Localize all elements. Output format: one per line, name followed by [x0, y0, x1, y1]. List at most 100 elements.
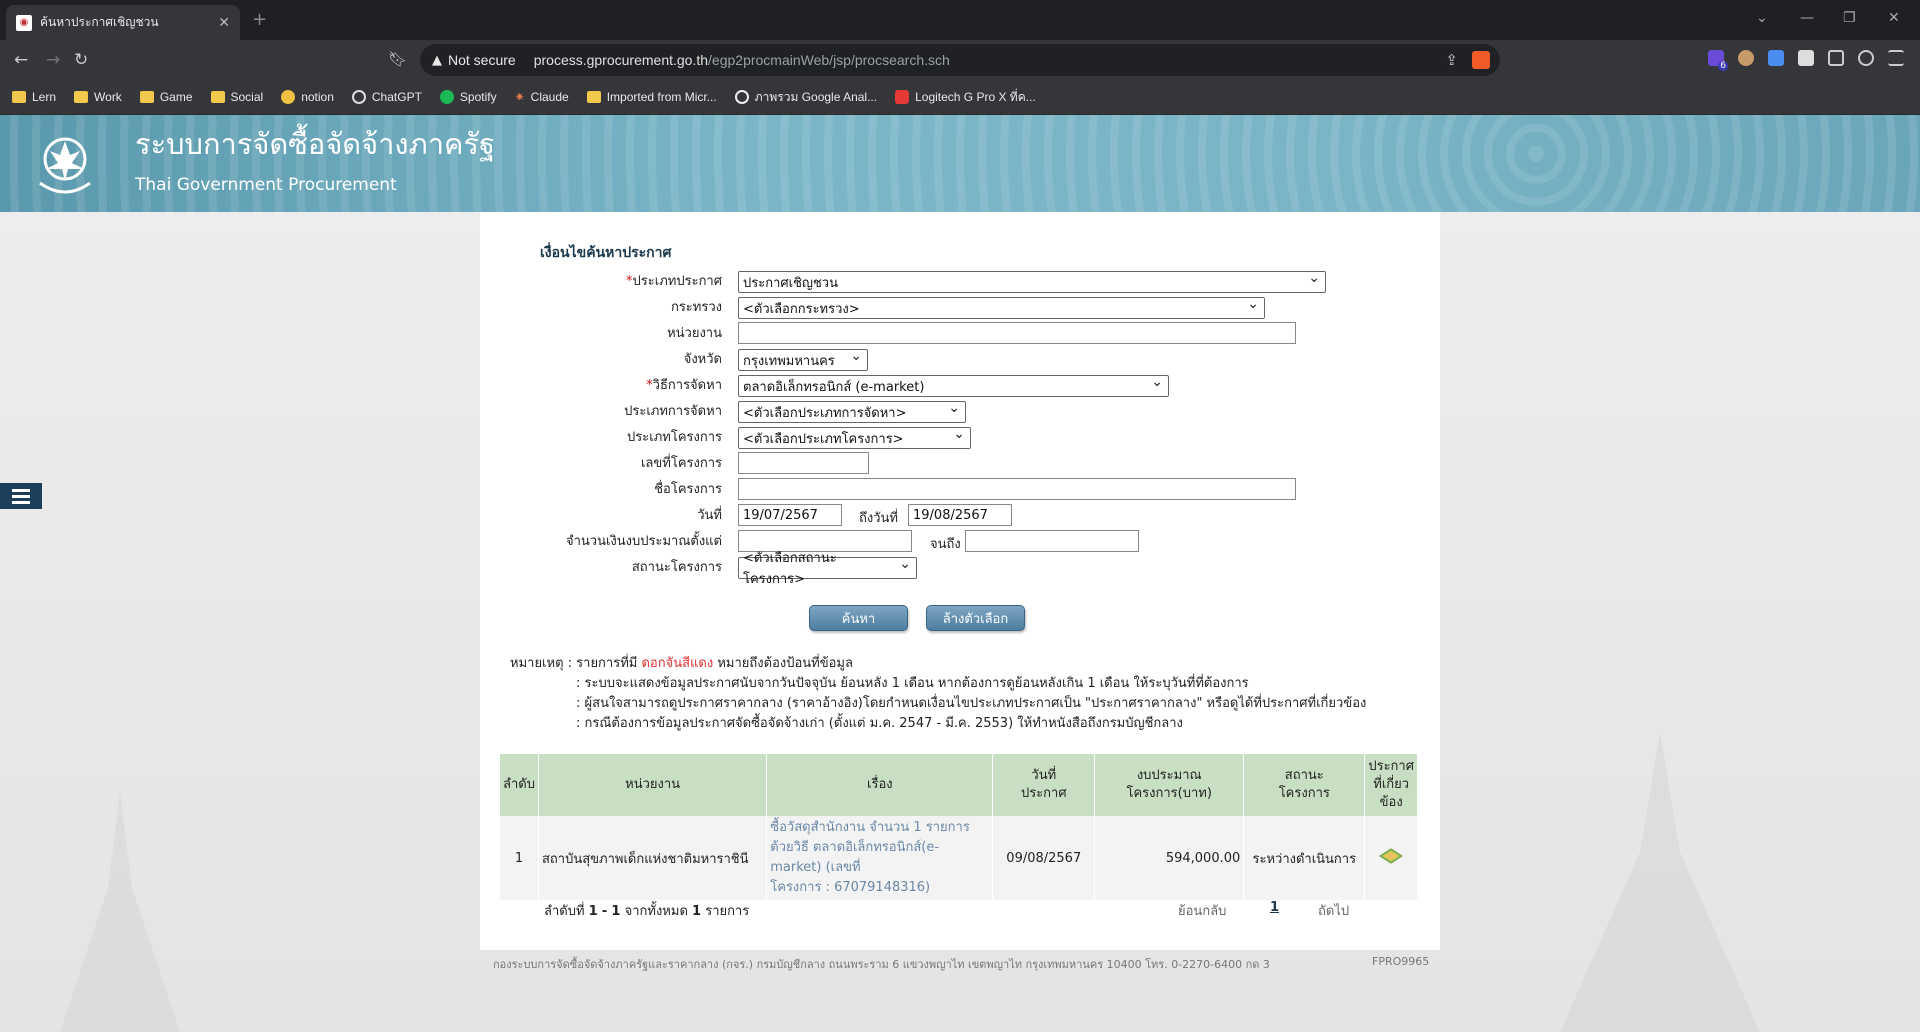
header-budget: งบประมาณ โครงการ(บาท) — [1094, 754, 1245, 816]
header-related-line3: ข้อง — [1379, 795, 1403, 810]
project-no-input[interactable] — [738, 452, 869, 474]
minimize-icon[interactable]: — — [1800, 10, 1814, 26]
project-link[interactable]: ซื้อวัสดุสำนักงาน จำนวน 1 รายการ ด้วยวิธ… — [770, 818, 989, 898]
row-date: 09/08/2567 — [992, 816, 1096, 900]
agency-input[interactable] — [738, 322, 1296, 344]
menu-bar — [12, 488, 30, 492]
row-subject[interactable]: ซื้อวัสดุสำนักงาน จำนวน 1 รายการ ด้วยวิธ… — [766, 816, 994, 900]
url-path: /egp2procmainWeb/jsp/procsearch.sch — [708, 52, 950, 68]
form-heading: เงื่อนไขค้นหาประกาศ — [540, 245, 672, 261]
header-status: สถานะโครงการ — [1243, 754, 1366, 816]
bookmark-imported[interactable]: Imported from Micr... — [586, 90, 717, 104]
bookmark-game[interactable]: Game — [139, 90, 193, 104]
claude-icon: ✷ — [514, 90, 525, 104]
clear-button[interactable]: ล้างตัวเลือก — [926, 605, 1025, 631]
pager-to: 1 — [611, 904, 621, 919]
related-document-icon[interactable] — [1378, 847, 1404, 865]
new-tab-icon[interactable]: + — [252, 9, 267, 30]
bookmark-spotify[interactable]: Spotify — [439, 90, 497, 104]
bookmark-claude[interactable]: ✷ Claude — [515, 90, 569, 104]
header-status-line2: โครงการ — [1278, 786, 1330, 801]
garuda-emblem-icon — [39, 137, 91, 194]
folder-icon — [139, 91, 154, 103]
project-name-input[interactable] — [738, 478, 1296, 500]
bookmark-notion[interactable]: notion — [281, 90, 334, 104]
brave-shield-icon[interactable] — [1472, 51, 1490, 69]
row-status: ระหว่างดำเนินการ — [1243, 816, 1366, 900]
proc-type-label: ประเภทการจัดหา — [624, 404, 722, 419]
ministry-select[interactable]: <ตัวเลือกกระทรวง> — [738, 296, 1265, 319]
bookmark-lern[interactable]: Lern — [12, 90, 56, 104]
pager-next[interactable]: ถัดไป — [1318, 900, 1349, 921]
site-favicon-icon: ◉ — [16, 14, 32, 31]
note-line-4: : กรณีต้องการข้อมูลประกาศจัดซื้อจัดจ้างเ… — [576, 716, 1183, 731]
forward-icon[interactable]: → — [46, 50, 60, 70]
menu-bar — [12, 500, 30, 504]
bookmark-google-analytics[interactable]: ภาพรวม Google Anal... — [734, 88, 877, 107]
bookmark-label: Logitech G Pro X ที่ค... — [915, 89, 1036, 104]
bookmark-label: Imported from Micr... — [606, 90, 717, 104]
bookmark-social[interactable]: Social — [210, 90, 263, 104]
extension-face-icon[interactable] — [1738, 50, 1754, 66]
province-select[interactable]: กรุงเทพมหานคร — [738, 348, 868, 371]
chatgpt-icon — [351, 90, 366, 104]
bookmark-page-icon[interactable]: 🔖︎ — [388, 50, 407, 68]
method-select[interactable]: ตลาดอิเล็กทรอนิกส์ (e-market) — [738, 374, 1169, 397]
subject-line: ซื้อวัสดุสำนักงาน จำนวน 1 รายการ — [770, 820, 970, 835]
status-select[interactable]: <ตัวเลือกสถานะโครงการ> — [738, 551, 917, 587]
row-related[interactable] — [1364, 816, 1418, 900]
bookmark-work[interactable]: Work — [74, 90, 122, 104]
bookmark-logitech[interactable]: Logitech G Pro X ที่ค... — [895, 88, 1036, 107]
project-no-label: เลขที่โครงการ — [640, 456, 722, 471]
address-bar[interactable]: ▲ Not secure process.gprocurement.go.th/… — [420, 44, 1500, 76]
close-window-icon[interactable]: ✕ — [1888, 10, 1900, 26]
url-text[interactable]: process.gprocurement.go.th/egp2procmainW… — [534, 52, 950, 68]
side-menu-toggle[interactable] — [0, 483, 42, 509]
header-date-line1: วันที่ — [1031, 768, 1057, 783]
back-icon[interactable]: ← — [14, 50, 28, 70]
site-title: ระบบการจัดซื้อจัดจ้างภาครัฐ — [135, 127, 495, 161]
notes-block: หมายเหตุ : รายการที่มี ดอกจันสีแดง หมายถ… — [510, 654, 1366, 734]
proc-type-select[interactable]: <ตัวเลือกประเภทการจัดหา> — [738, 400, 966, 423]
row-budget: 594,000.00 — [1094, 816, 1245, 900]
extension-camera-icon[interactable] — [1798, 50, 1814, 66]
announce-type-select[interactable]: ประกาศเชิญชวน — [738, 270, 1326, 293]
reload-icon[interactable]: ↻ — [74, 50, 88, 70]
browser-tab-active[interactable]: ◉ ค้นหาประกาศเชิญชวน ✕ — [6, 5, 240, 40]
bookmark-chatgpt[interactable]: ChatGPT — [351, 90, 422, 104]
note-line-1: หมายเหตุ : รายการที่มี ดอกจันสีแดง หมายถ… — [510, 654, 1366, 674]
menu-bar — [12, 494, 30, 498]
bookmarks-bar: Lern Work Game Social notion ChatGPT Spo… — [0, 80, 1920, 115]
share-icon[interactable]: ⇪ — [1445, 51, 1458, 69]
header-status-line1: สถานะ — [1284, 768, 1324, 783]
status-label: สถานะโครงการ — [631, 560, 722, 575]
restore-icon[interactable]: ❐ — [1843, 10, 1856, 26]
header-related-line1: ประกาศ — [1368, 759, 1414, 774]
tab-close-icon[interactable]: ✕ — [218, 15, 230, 31]
header-no: ลำดับ — [500, 754, 539, 816]
extensions-puzzle-icon[interactable] — [1828, 50, 1844, 66]
header-date-line2: ประกาศ — [1020, 786, 1067, 801]
method-label: *วิธีการจัดหา — [480, 374, 722, 395]
media-music-icon[interactable] — [1858, 50, 1874, 66]
tab-search-chevron-icon[interactable]: ⌄ — [1756, 10, 1768, 26]
pager-prev[interactable]: ย้อนกลับ — [1178, 900, 1226, 921]
folder-icon — [210, 91, 225, 103]
search-button[interactable]: ค้นหา — [809, 605, 908, 631]
date-to-input[interactable]: 19/08/2567 — [908, 504, 1012, 526]
extension-badge-icon[interactable]: 6 — [1708, 50, 1728, 71]
menu-hamburger-icon[interactable] — [1888, 50, 1904, 66]
announce-type-label-text: ประเภทประกาศ — [632, 274, 722, 289]
extension-badge-count: 6 — [1718, 61, 1728, 71]
pager-page-1[interactable]: 1 — [1270, 900, 1279, 915]
project-type-select[interactable]: <ตัวเลือกประเภทโครงการ> — [738, 426, 971, 449]
extension-tag-icon[interactable] — [1768, 50, 1784, 66]
site-header: ระบบการจัดซื้อจัดจ้างภาครัฐ Thai Governm… — [0, 115, 1920, 212]
note-line-2: : ระบบจะแสดงข้อมูลประกาศนับจากวันปัจจุบั… — [576, 676, 1249, 691]
date-from-input[interactable]: 19/07/2567 — [738, 504, 842, 526]
project-name-label: ชื่อโครงการ — [654, 482, 722, 497]
announce-type-label: *ประเภทประกาศ — [480, 270, 722, 291]
search-panel: เงื่อนไขค้นหาประกาศ *ประเภทประกาศ ประกาศ… — [480, 212, 1440, 950]
security-label[interactable]: Not secure — [448, 52, 516, 68]
budget-to-input[interactable] — [965, 530, 1139, 552]
